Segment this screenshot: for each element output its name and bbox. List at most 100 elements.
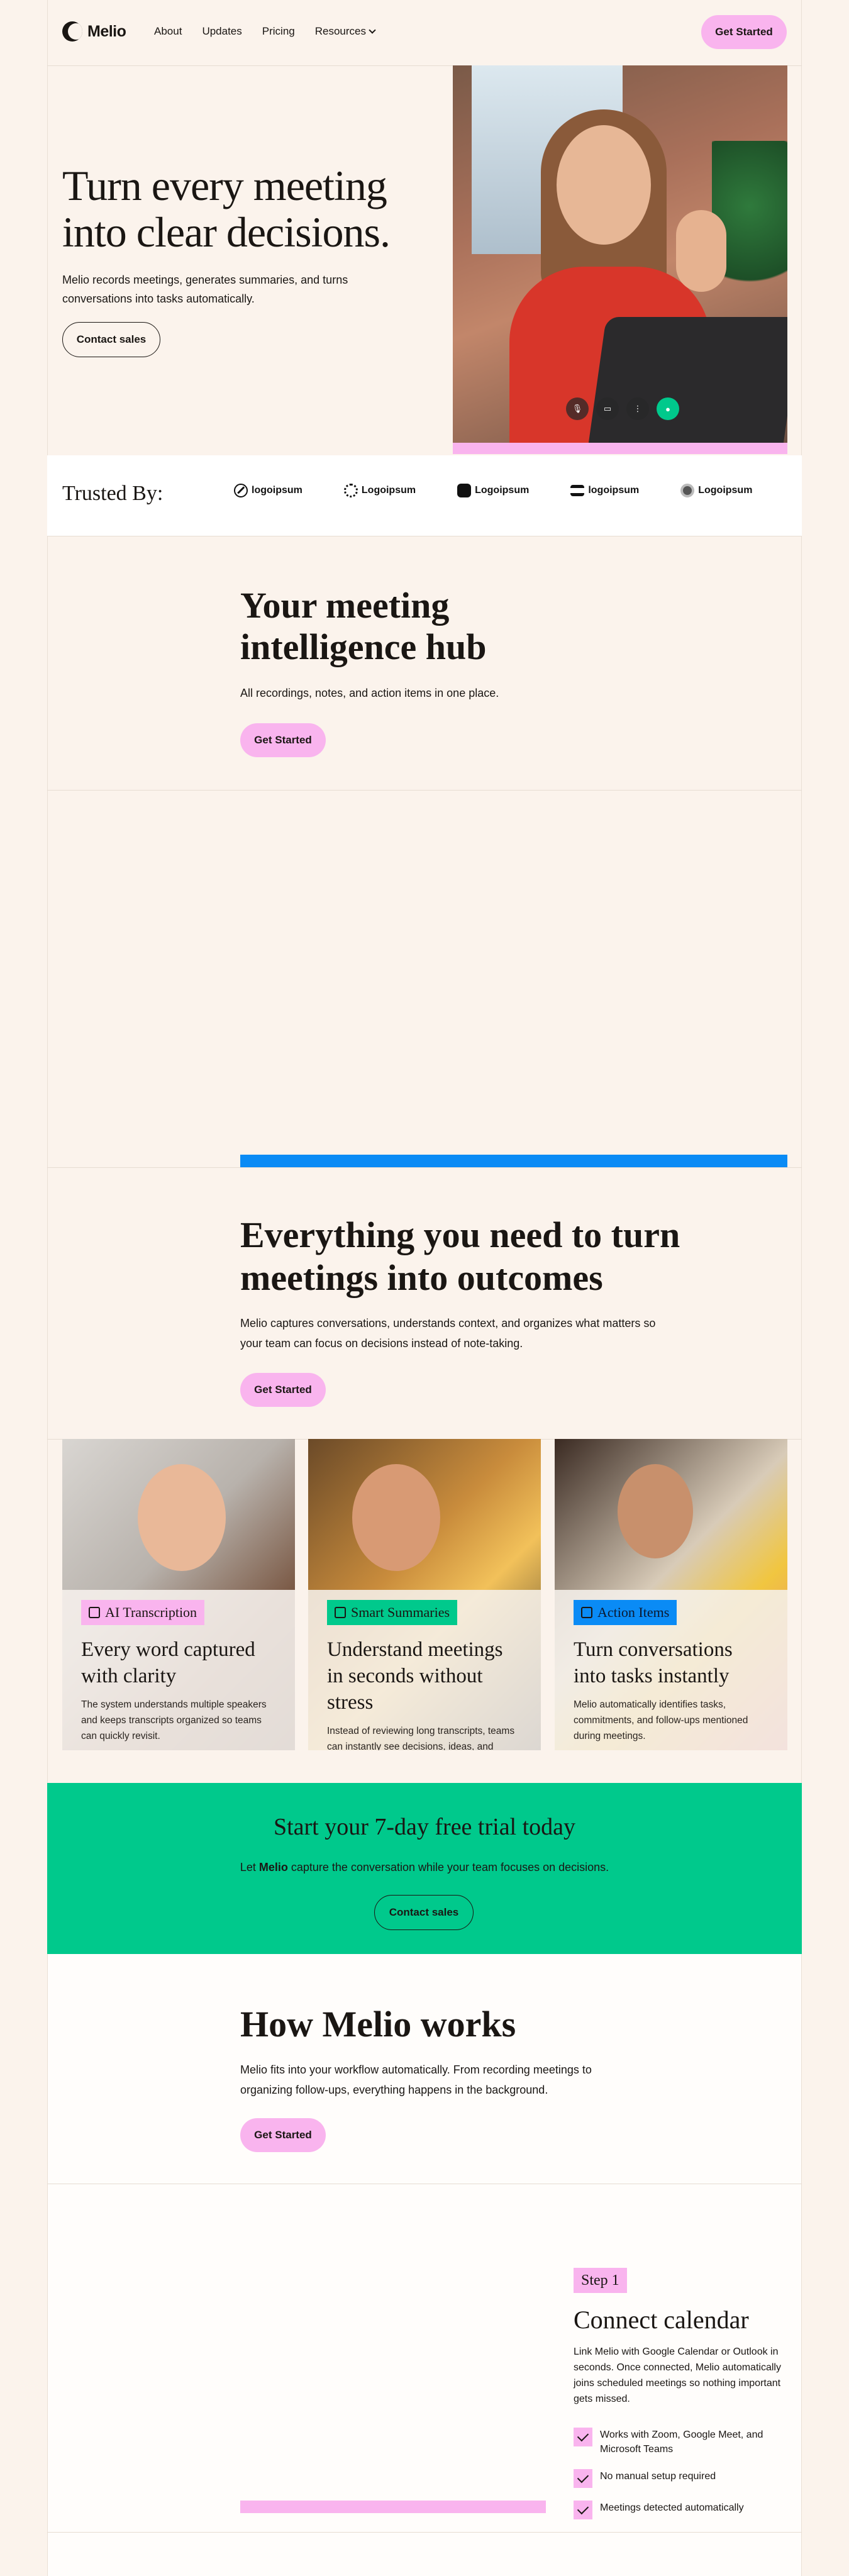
brand-logo[interactable]: Melio — [62, 21, 126, 42]
partner-logo: Logoipsum — [343, 484, 416, 497]
step-tag: Step 1 — [574, 2268, 627, 2293]
features-subtitle: Melio captures conversations, understand… — [240, 1313, 680, 1353]
hub-get-started-button[interactable]: Get Started — [240, 723, 326, 757]
feature-card-transcription: AI Transcription Every word captured wit… — [62, 1439, 295, 1750]
chat-icon — [89, 1607, 100, 1618]
call-controls: 🎙 ▭ ⋮ ● — [566, 397, 679, 420]
record-icon[interactable]: ● — [657, 397, 679, 420]
features-title: Everything you need to turn meetings int… — [240, 1214, 680, 1299]
trial-contact-sales-button[interactable]: Contact sales — [374, 1895, 474, 1930]
feature-tag: Smart Summaries — [327, 1600, 458, 1625]
card-description: Instead of reviewing long transcripts, t… — [327, 1726, 515, 1750]
photo-face — [352, 1464, 440, 1571]
card-info: Action Items Turn conversations into tas… — [555, 1590, 787, 1750]
card-description: Melio automatically identifies tasks, co… — [574, 1699, 748, 1741]
nav-link-pricing[interactable]: Pricing — [262, 25, 295, 38]
task-icon — [581, 1607, 592, 1618]
trial-subtitle-brand: Melio — [258, 1861, 288, 1874]
camera-icon[interactable]: ▭ — [596, 397, 619, 420]
card-title: Turn conversations into tasks instantly — [574, 1638, 733, 1687]
partner-logo-text: Logoipsum — [475, 485, 530, 496]
feature-card-action-items: Action Items Turn conversations into tas… — [555, 1439, 787, 1750]
chevron-down-icon — [369, 26, 376, 34]
partner-logo: logoipsum — [234, 484, 302, 497]
top-nav: Melio About Updates Pricing Resources Ge… — [47, 14, 802, 52]
checklist-item: No manual setup required — [574, 2469, 787, 2488]
trial-banner: Start your 7-day free trial today Let Me… — [47, 1783, 802, 1954]
partner-logos: logoipsum Logoipsum Logoipsum logoipsum … — [234, 484, 752, 497]
divider — [47, 790, 802, 791]
check-icon — [574, 2501, 592, 2519]
nav-link-resources[interactable]: Resources — [314, 25, 376, 38]
logo-face-icon — [457, 484, 472, 497]
features-get-started-button[interactable]: Get Started — [240, 1373, 326, 1407]
hero-title-line2: into clear decisions. — [62, 208, 391, 256]
partner-logo-text: Logoipsum — [361, 485, 416, 496]
product-preview-blue-bar — [240, 1155, 787, 1167]
hero-contact-sales-button[interactable]: Contact sales — [62, 322, 160, 357]
hero-video-call-image: 🎙 ▭ ⋮ ● — [453, 65, 787, 443]
trial-title: Start your 7-day free trial today — [273, 1814, 576, 1840]
feature-tag-label: Smart Summaries — [351, 1604, 450, 1620]
hero-title: Turn every meeting into clear decisions. — [62, 162, 391, 256]
hero-pink-strip — [453, 443, 787, 454]
photo-face — [618, 1464, 693, 1558]
feature-card-summaries: Smart Summaries Understand meetings in s… — [308, 1439, 541, 1750]
brand-name: Melio — [87, 22, 126, 40]
partner-logo-text: logoipsum — [588, 485, 640, 496]
card-description: The system understands multiple speakers… — [81, 1699, 267, 1741]
card-title: Every word captured with clarity — [81, 1638, 255, 1687]
how-get-started-button[interactable]: Get Started — [240, 2118, 326, 2152]
card-info: AI Transcription Every word captured wit… — [62, 1590, 295, 1750]
nav-link-resources-label: Resources — [314, 25, 366, 37]
more-options-icon[interactable]: ⋮ — [626, 397, 649, 420]
partner-logo: Logoipsum — [680, 484, 752, 497]
partner-logo-text: Logoipsum — [698, 485, 753, 496]
trusted-by-label: Trusted By: — [62, 482, 164, 505]
divider — [47, 2532, 802, 2533]
nav-link-about[interactable]: About — [154, 25, 182, 38]
feature-tag-label: Action Items — [597, 1604, 670, 1620]
nav-links: About Updates Pricing Resources — [154, 25, 376, 38]
hub-title-line2: intelligence hub — [240, 626, 487, 667]
feature-tag: Action Items — [574, 1600, 677, 1625]
nav-link-updates[interactable]: Updates — [202, 25, 241, 38]
mic-icon[interactable]: 🎙 — [566, 397, 589, 420]
hub-subtitle: All recordings, notes, and action items … — [240, 687, 499, 699]
checklist-item: Meetings detected automatically — [574, 2501, 787, 2519]
how-subtitle-line1: Melio fits into your workflow automatica… — [240, 2063, 592, 2076]
features-subtitle-line1: Melio captures conversations, understand… — [240, 1317, 656, 1330]
hub-title: Your meeting intelligence hub — [240, 585, 487, 668]
feature-tag-label: AI Transcription — [105, 1604, 197, 1620]
hero-subtitle-line2: conversations into tasks automatically. — [62, 292, 255, 305]
logo-circle-icon — [680, 484, 695, 497]
checklist-item-label: No manual setup required — [600, 2471, 716, 2482]
nav-get-started-button[interactable]: Get Started — [701, 15, 787, 49]
feature-tag: AI Transcription — [81, 1600, 205, 1625]
logo-layers-icon — [570, 485, 585, 496]
list-icon — [335, 1607, 346, 1618]
step-preview-pink-bar — [240, 2501, 546, 2513]
step-description: Link Melio with Google Calendar or Outlo… — [574, 2346, 781, 2404]
logo-sun-icon — [343, 484, 358, 497]
hero-subtitle-line1: Melio records meetings, generates summar… — [62, 274, 348, 286]
partner-logo: logoipsum — [570, 485, 639, 496]
hub-title-line1: Your meeting — [240, 585, 450, 626]
how-title: How Melio works — [240, 2004, 516, 2045]
divider — [47, 1167, 802, 1168]
step-checklist: Works with Zoom, Google Meet, and Micros… — [574, 2428, 787, 2532]
partner-logo: Logoipsum — [457, 484, 529, 497]
trial-subtitle: Let Melio capture the conversation while… — [47, 1861, 802, 1874]
trial-subtitle-prefix: Let — [240, 1861, 259, 1874]
checklist-item: Works with Zoom, Google Meet, and Micros… — [574, 2428, 787, 2457]
features-subtitle-line2: your team can focus on decisions instead… — [240, 1337, 523, 1350]
trusted-by-band: Trusted By: logoipsum Logoipsum Logoipsu… — [47, 455, 802, 536]
hero-title-line1: Turn every meeting — [62, 162, 387, 209]
step-title: Connect calendar — [574, 2306, 749, 2334]
trial-subtitle-suffix: capture the conversation while your team… — [287, 1861, 609, 1874]
checklist-item-label: Works with Zoom, Google Meet, and Micros… — [600, 2429, 763, 2455]
check-icon — [574, 2428, 592, 2446]
features-title-line1: Everything you need to turn — [240, 1214, 680, 1255]
logo-moon-icon — [62, 21, 82, 42]
partner-logo-text: logoipsum — [252, 485, 302, 496]
